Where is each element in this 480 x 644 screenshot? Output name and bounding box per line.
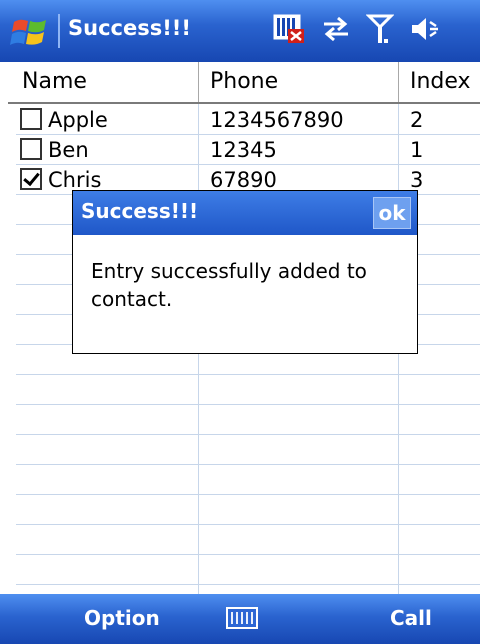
header-divider [198, 62, 199, 102]
option-softkey[interactable]: Option [84, 606, 160, 630]
row-checkbox-checked[interactable] [20, 168, 42, 190]
success-dialog: Success!!! ok Entry successfully added t… [72, 190, 418, 354]
row-line [16, 494, 480, 495]
keyboard-icon[interactable] [226, 607, 258, 629]
contact-phone: 1234567890 [210, 108, 344, 132]
contact-name: Ben [48, 138, 89, 162]
ok-button[interactable]: ok [373, 197, 411, 229]
speaker-volume-icon[interactable] [408, 14, 440, 48]
dialog-message: Entry successfully added to contact. [91, 259, 367, 311]
column-header-name[interactable]: Name [22, 62, 87, 102]
row-checkbox[interactable] [20, 138, 42, 160]
sim-card-error-icon[interactable] [272, 13, 306, 49]
column-header-index[interactable]: Index [410, 62, 471, 102]
header-divider [398, 62, 399, 102]
table-row[interactable]: Apple 1234567890 2 [8, 105, 480, 135]
call-softkey[interactable]: Call [390, 606, 432, 630]
connectivity-arrows-icon[interactable] [320, 14, 352, 48]
row-line [16, 374, 480, 375]
contact-index: 2 [410, 108, 424, 132]
title-separator [58, 14, 60, 48]
contact-phone: 12345 [210, 138, 277, 162]
windows-start-logo-icon[interactable] [10, 16, 50, 50]
contact-name: Apple [48, 108, 108, 132]
row-line [16, 404, 480, 405]
contact-index: 1 [410, 138, 424, 162]
row-line [16, 434, 480, 435]
table-row[interactable]: Ben 12345 1 [8, 135, 480, 165]
table-header: Name Phone Index [8, 62, 480, 104]
dialog-title-bar: Success!!! ok [73, 191, 417, 235]
soft-key-menu-bar: Option Call [0, 594, 480, 644]
dialog-title: Success!!! [81, 199, 199, 223]
window-title: Success!!! [68, 16, 191, 40]
title-bar: Success!!! [0, 0, 480, 62]
row-checkbox[interactable] [20, 108, 42, 130]
column-header-phone[interactable]: Phone [210, 62, 278, 102]
row-line [16, 464, 480, 465]
row-line [16, 554, 480, 555]
status-icons [272, 14, 440, 48]
row-line [16, 524, 480, 525]
row-line [16, 584, 480, 585]
signal-antenna-icon[interactable] [365, 13, 395, 49]
